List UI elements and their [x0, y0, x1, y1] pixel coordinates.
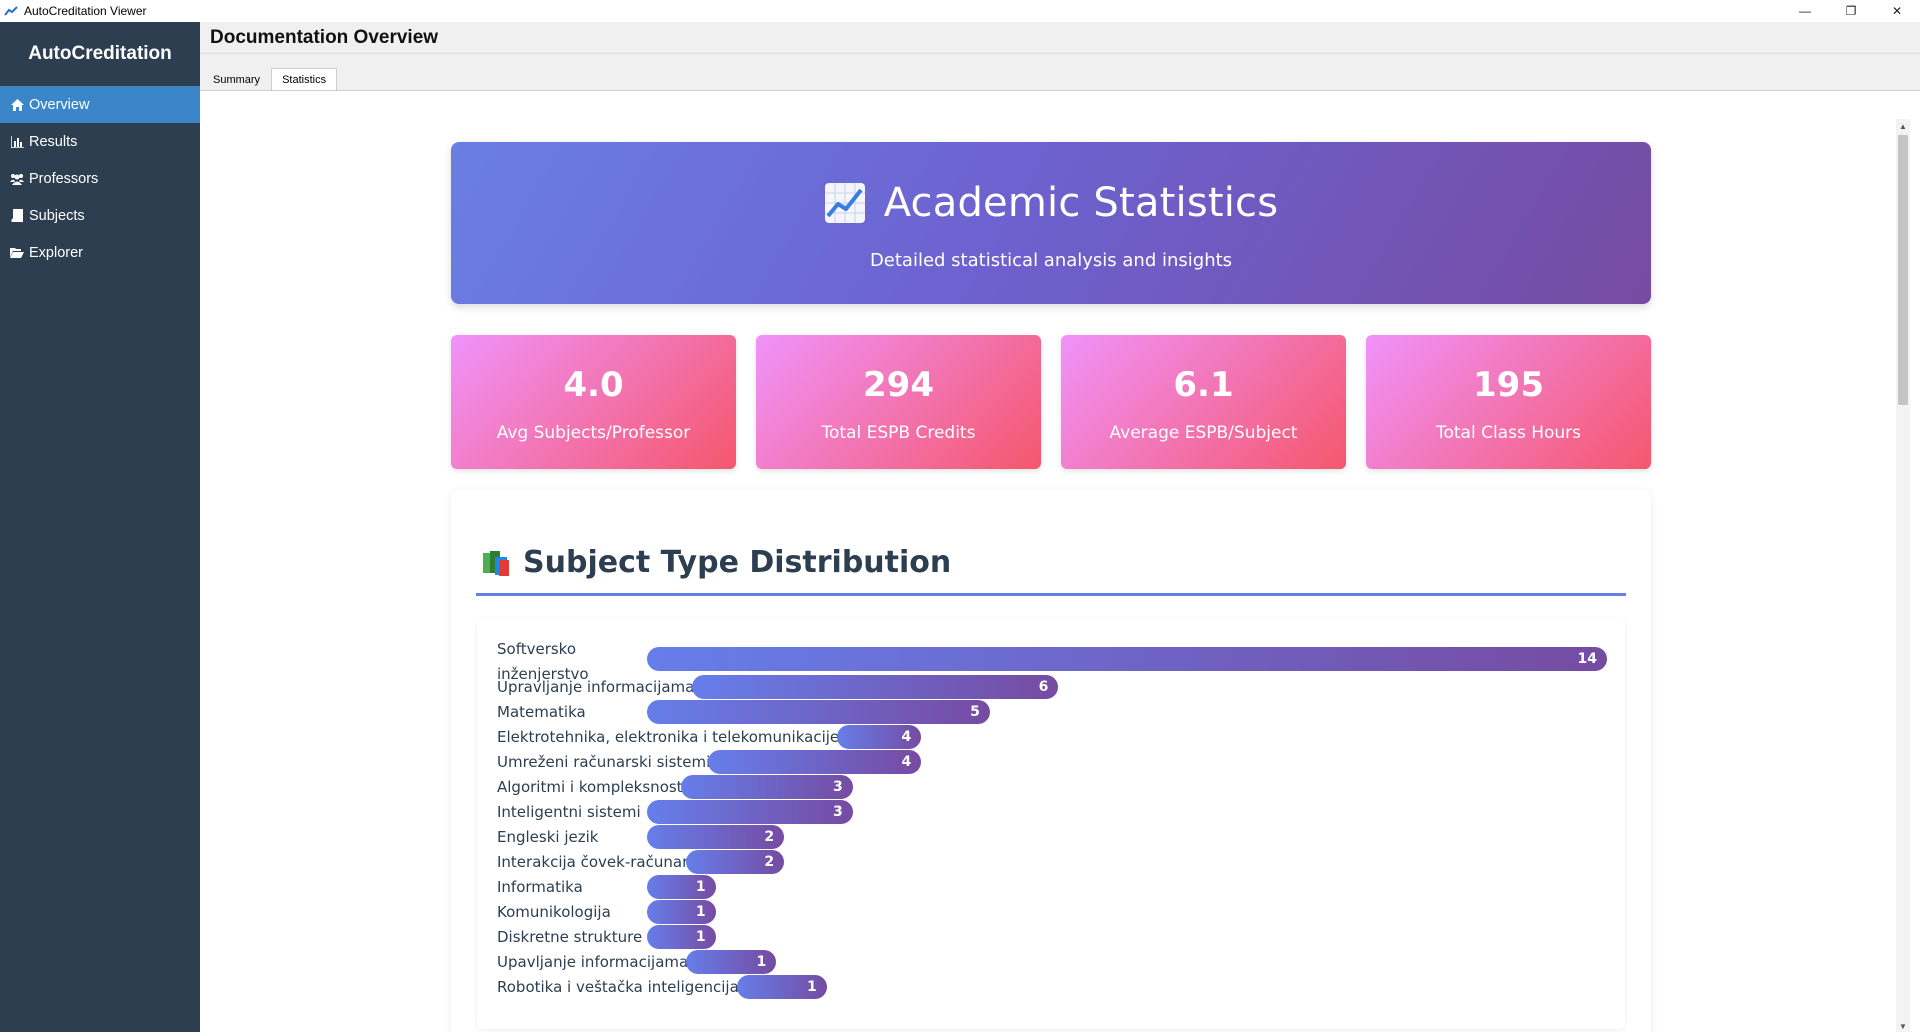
window-titlebar: AutoCreditation Viewer — ❐ ✕: [0, 0, 1920, 22]
sidebar-item-label: Professors: [29, 170, 99, 187]
bar-chart-area: Softversko inženjerstvo 14 Upravljanje inf…: [477, 619, 1625, 1029]
bar-label: Upravljanje informacijama: [497, 678, 695, 696]
bar: 1: [686, 950, 777, 974]
folder-open-icon: [10, 246, 24, 260]
bar-label: Inteligentni sistemi: [497, 803, 641, 821]
maximize-button[interactable]: ❐: [1828, 0, 1874, 22]
hero-title: Academic Statistics: [883, 180, 1279, 226]
scrollbar-thumb[interactable]: [1898, 135, 1908, 405]
sidebar-item-label: Overview: [29, 96, 90, 113]
bar-chart-icon: [10, 135, 24, 149]
stat-card-total-espb: 294 Total ESPB Credits: [756, 335, 1041, 469]
main-area: Documentation Overview Summary Statistic…: [200, 22, 1920, 1032]
sidebar-item-overview[interactable]: Overview: [0, 86, 200, 123]
home-icon: [10, 98, 24, 112]
bar-label: Komunikologija: [497, 903, 611, 921]
close-button[interactable]: ✕: [1874, 0, 1920, 22]
section-divider: [476, 593, 1626, 596]
scroll-down-arrow-icon[interactable]: ▼: [1896, 1019, 1910, 1032]
hero-banner: Academic Statistics Detailed statistical…: [451, 142, 1651, 304]
stat-value: 294: [863, 365, 934, 405]
section-title-row: Subject Type Distribution: [481, 545, 951, 580]
bar: 1: [647, 900, 716, 924]
bar: 2: [686, 850, 785, 874]
bar-label: Upavljanje informacijama: [497, 953, 689, 971]
bar: 4: [837, 725, 922, 749]
bar: 3: [680, 775, 853, 799]
bar-label: Robotika i veštačka inteligencija: [497, 978, 739, 996]
app-brand: AutoCreditation: [28, 43, 172, 64]
window-title: AutoCreditation Viewer: [24, 4, 147, 18]
hero-title-row: Academic Statistics: [451, 180, 1651, 226]
sidebar-item-professors[interactable]: Professors: [0, 160, 200, 197]
stat-label: Average ESPB/Subject: [1109, 423, 1298, 443]
bar-value-label: 4: [901, 729, 912, 745]
sidebar-item-results[interactable]: Results: [0, 123, 200, 160]
stat-card-class-hours: 195 Total Class Hours: [1366, 335, 1651, 469]
stat-value: 195: [1473, 365, 1544, 405]
tab-statistics[interactable]: Statistics: [271, 68, 338, 90]
bar-label: Algoritmi i kompleksnost: [497, 778, 683, 796]
stat-value: 6.1: [1173, 365, 1234, 405]
bar-value-label: 1: [695, 904, 706, 920]
stat-label: Total ESPB Credits: [821, 423, 976, 443]
section-title: Subject Type Distribution: [523, 545, 952, 580]
bar: 1: [736, 975, 827, 999]
stat-label: Avg Subjects/Professor: [496, 423, 691, 443]
sidebar-item-label: Subjects: [29, 207, 85, 224]
distribution-chart: Softversko inženjerstvo 14 Upravljanje inf…: [477, 619, 1625, 1029]
sidebar-item-label: Results: [29, 133, 78, 150]
bar: 4: [708, 750, 922, 774]
bar-value-label: 1: [695, 879, 706, 895]
hero-subtitle: Detailed statistical analysis and insigh…: [869, 250, 1233, 271]
stat-card-avg-espb: 6.1 Average ESPB/Subject: [1061, 335, 1346, 469]
minimize-button[interactable]: —: [1782, 0, 1828, 22]
bar-value-label: 6: [1038, 679, 1049, 695]
bar: 2: [647, 825, 785, 849]
bar: 3: [647, 800, 853, 824]
bar-value-label: 3: [832, 804, 843, 820]
bar: 6: [692, 675, 1059, 699]
bar-label: Interakcija čovek-računar: [497, 853, 689, 871]
bar-label: Umreženi računarski sistemi: [497, 753, 711, 771]
bar-value-label: 2: [764, 829, 775, 845]
vertical-scrollbar[interactable]: ▲ ▼: [1896, 119, 1910, 1032]
sidebar-item-explorer[interactable]: Explorer: [0, 234, 200, 271]
bar: 1: [647, 925, 716, 949]
bar-value-label: 4: [901, 754, 912, 770]
stat-card-avg-subjects: 4.0 Avg Subjects/Professor: [451, 335, 736, 469]
bar-value-label: 5: [970, 704, 980, 720]
bar-label: Informatika: [497, 878, 583, 896]
book-icon: [10, 209, 24, 223]
bar-value-label: 14: [1577, 651, 1597, 667]
tab-bar: Summary Statistics: [200, 68, 1920, 90]
chart-increasing-icon: [824, 183, 865, 223]
stat-label: Total Class Hours: [1435, 423, 1582, 443]
bar-value-label: 1: [807, 979, 817, 995]
bar-label: Engleski jezik: [497, 828, 599, 846]
bar: 14: [647, 647, 1607, 671]
bar-value-label: 1: [695, 929, 706, 945]
scroll-up-arrow-icon[interactable]: ▲: [1896, 119, 1910, 133]
bar: 1: [647, 875, 716, 899]
sidebar-item-subjects[interactable]: Subjects: [0, 197, 200, 234]
bar: 5: [647, 700, 990, 724]
bar-label: Matematika: [497, 703, 586, 721]
window-controls: — ❐ ✕: [1782, 0, 1920, 22]
subject-type-section: Subject Type Distribution Softversko inž…: [451, 489, 1651, 1032]
bar-value-label: 1: [756, 954, 767, 970]
users-icon: [10, 172, 24, 186]
bar-value-label: 2: [764, 854, 775, 870]
bar-value-label: 3: [832, 779, 843, 795]
app-icon: [4, 6, 18, 16]
stat-value: 4.0: [563, 365, 624, 405]
bar-label: Diskretne strukture: [497, 928, 643, 946]
books-icon: [483, 550, 509, 576]
page-title: Documentation Overview: [200, 22, 1920, 54]
bar-label: Elektrotehnika, elektronika i telekomuni…: [497, 728, 840, 746]
tab-summary[interactable]: Summary: [202, 70, 271, 90]
sidebar: AutoCreditation Overview Results Profess…: [0, 22, 200, 1032]
sidebar-item-label: Explorer: [29, 244, 83, 261]
statistics-content: Academic Statistics Detailed statistical…: [200, 90, 1920, 1032]
